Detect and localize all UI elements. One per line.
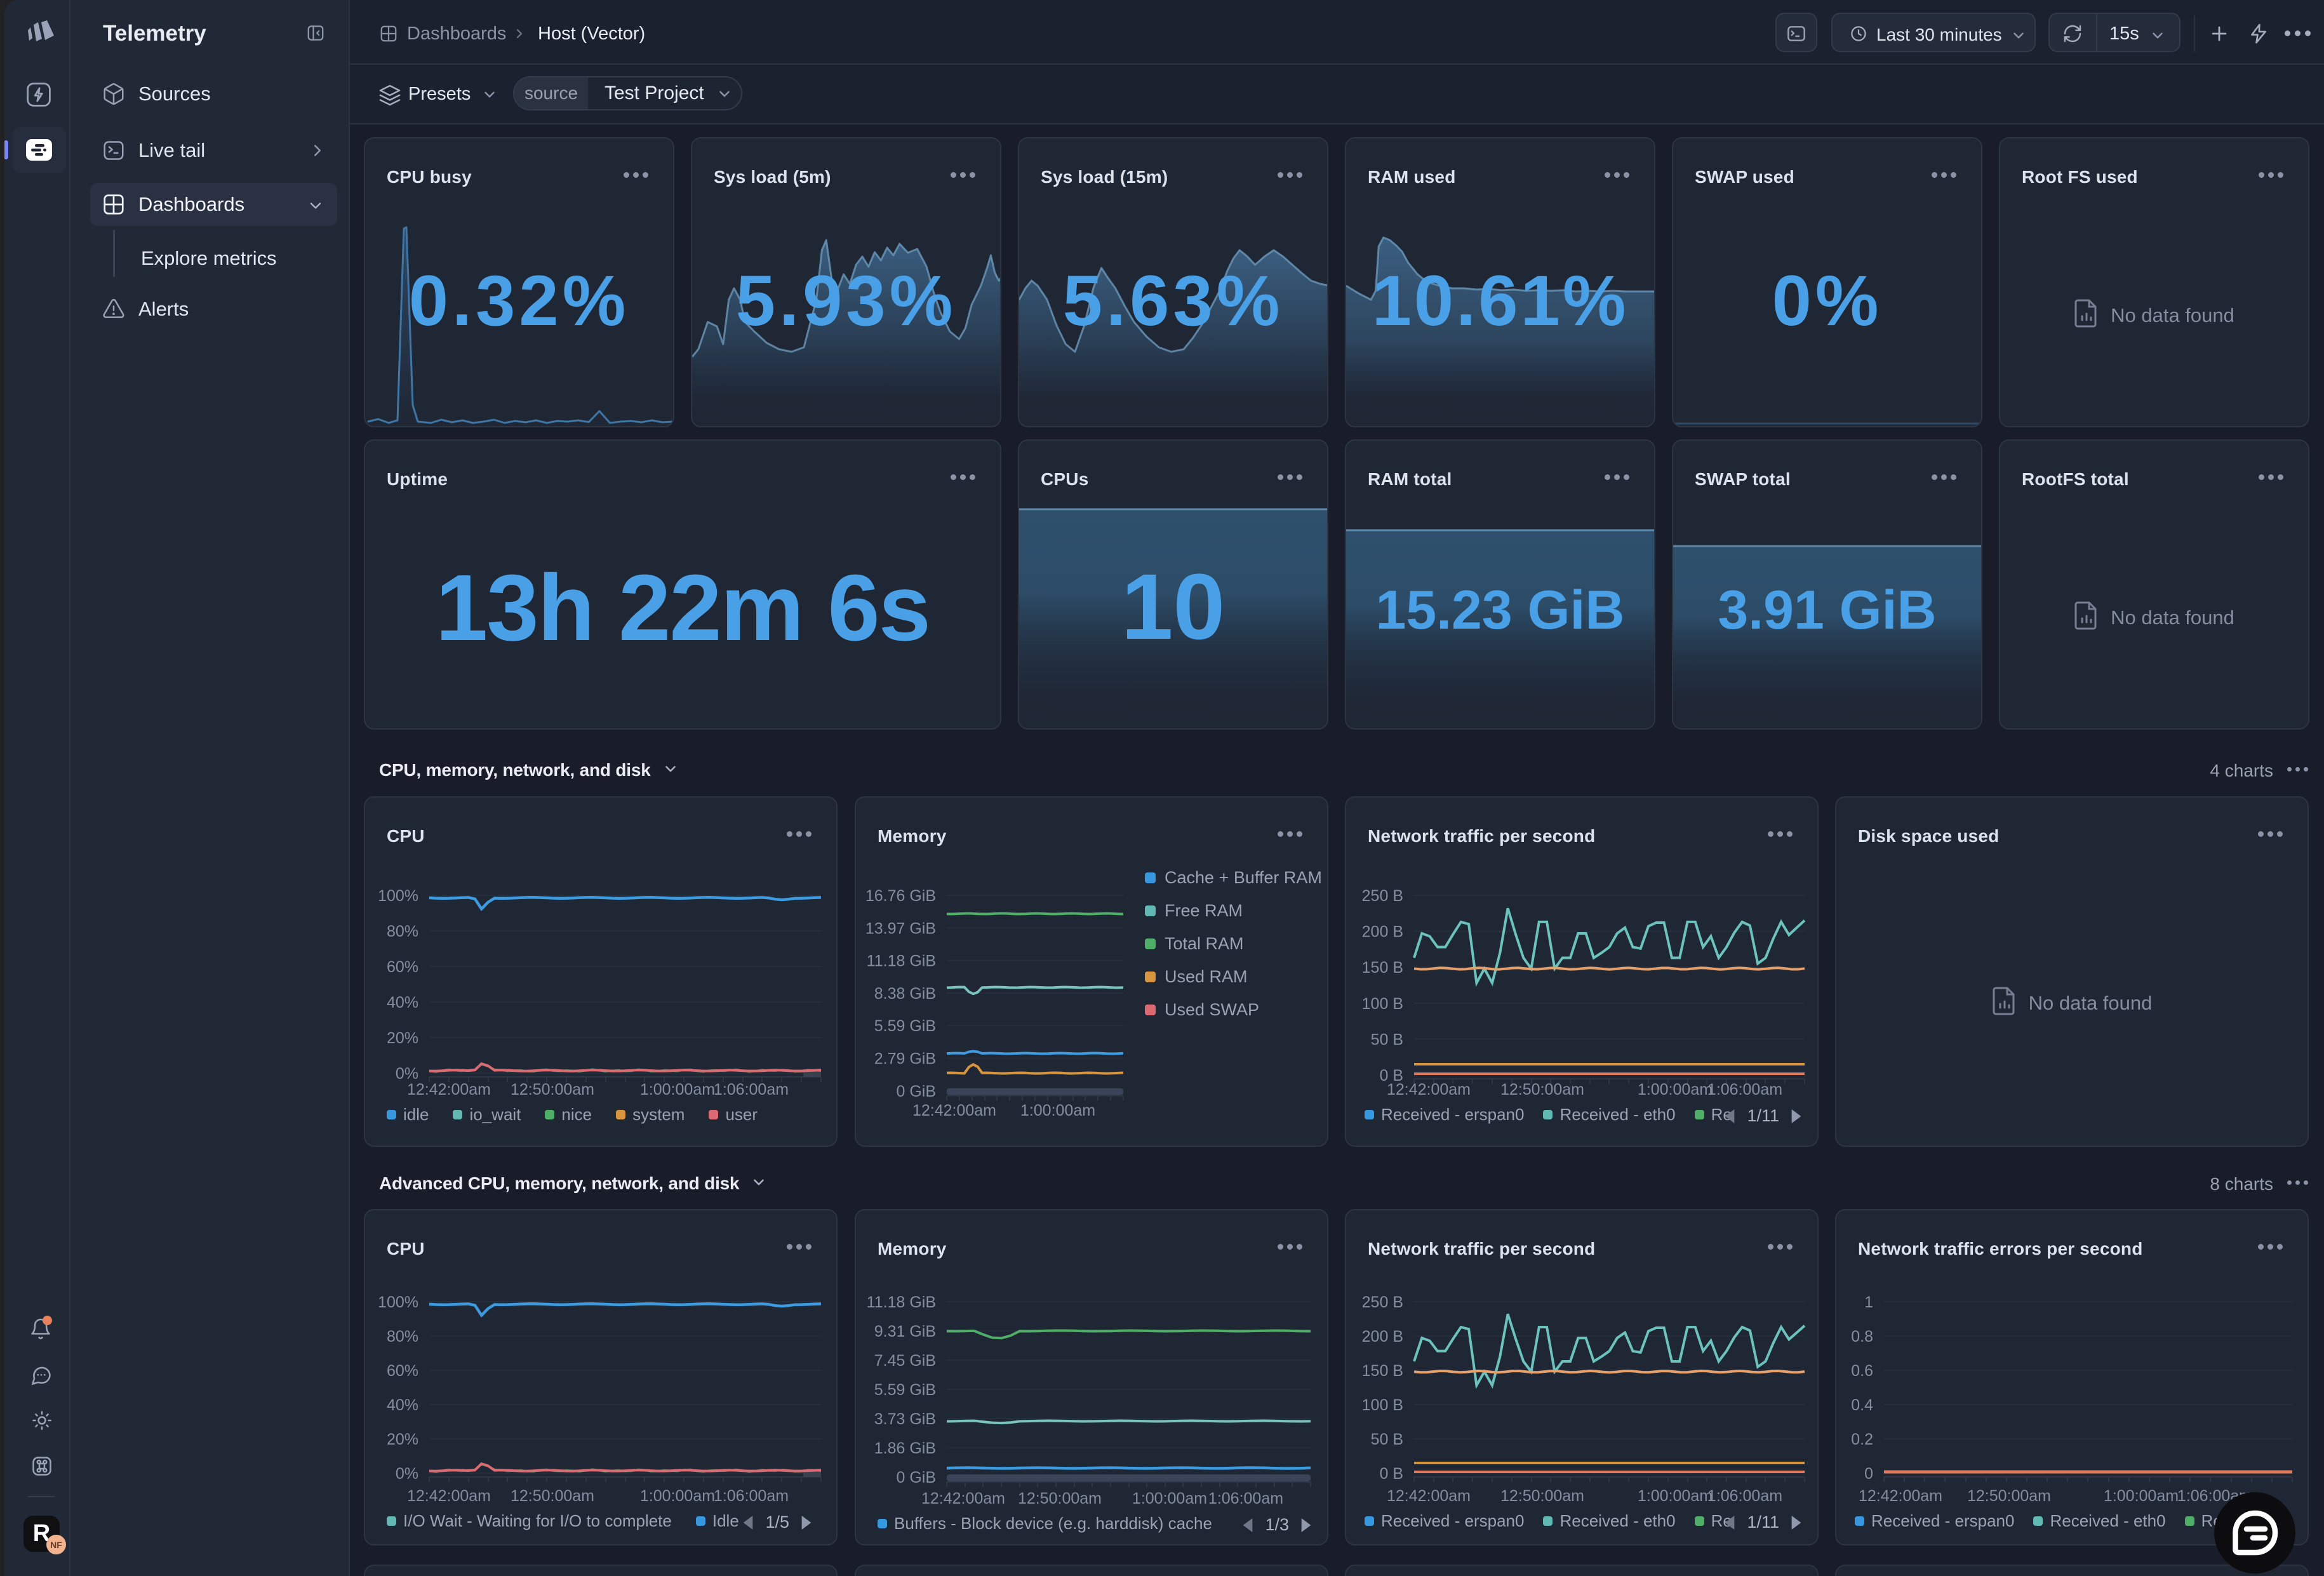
svg-text:1:00:00am: 1:00:00am (1638, 1081, 1713, 1099)
svg-text:12:50:00am: 12:50:00am (1967, 1487, 2051, 1505)
svg-text:50 B: 50 B (1371, 1431, 1403, 1448)
svg-text:1:06:00am: 1:06:00am (1707, 1081, 1782, 1099)
svg-text:0.6: 0.6 (1851, 1362, 1873, 1380)
svg-text:12:42:00am: 12:42:00am (912, 1102, 996, 1119)
svg-text:80%: 80% (387, 1328, 418, 1346)
svg-text:12:50:00am: 12:50:00am (1500, 1487, 1584, 1505)
svg-text:16.76 GiB: 16.76 GiB (865, 887, 936, 905)
svg-text:40%: 40% (387, 1396, 418, 1414)
svg-text:9.31 GiB: 9.31 GiB (874, 1323, 936, 1340)
svg-text:8.38 GiB: 8.38 GiB (874, 985, 936, 1003)
svg-text:0%: 0% (396, 1465, 418, 1483)
svg-text:0%: 0% (396, 1065, 418, 1083)
svg-text:0.8: 0.8 (1851, 1328, 1873, 1346)
svg-text:60%: 60% (387, 958, 418, 976)
svg-text:7.45 GiB: 7.45 GiB (874, 1352, 936, 1370)
svg-text:12:42:00am: 12:42:00am (407, 1487, 491, 1505)
svg-text:1:00:00am: 1:00:00am (1638, 1487, 1713, 1505)
svg-text:100 B: 100 B (1362, 995, 1403, 1013)
svg-text:3.73 GiB: 3.73 GiB (874, 1410, 936, 1428)
svg-text:100%: 100% (378, 887, 418, 905)
svg-text:0: 0 (1864, 1465, 1873, 1483)
svg-text:100 B: 100 B (1362, 1396, 1403, 1414)
svg-text:0 GiB: 0 GiB (896, 1469, 936, 1486)
svg-text:12:42:00am: 12:42:00am (1387, 1487, 1471, 1505)
svg-text:40%: 40% (387, 994, 418, 1012)
svg-text:2.79 GiB: 2.79 GiB (874, 1050, 936, 1068)
svg-text:50 B: 50 B (1371, 1031, 1403, 1048)
svg-text:1:06:00am: 1:06:00am (1707, 1487, 1782, 1505)
svg-text:11.18 GiB: 11.18 GiB (867, 1293, 936, 1311)
svg-text:20%: 20% (387, 1431, 418, 1448)
svg-text:5.59 GiB: 5.59 GiB (874, 1381, 936, 1399)
svg-text:1:00:00am: 1:00:00am (1020, 1102, 1095, 1119)
svg-text:12:42:00am: 12:42:00am (1387, 1081, 1471, 1099)
svg-text:250 B: 250 B (1362, 887, 1403, 905)
svg-text:12:42:00am: 12:42:00am (1859, 1487, 1942, 1505)
svg-text:60%: 60% (387, 1362, 418, 1380)
svg-text:1:06:00am: 1:06:00am (714, 1081, 789, 1099)
svg-text:1:06:00am: 1:06:00am (714, 1487, 789, 1505)
svg-text:12:42:00am: 12:42:00am (407, 1081, 491, 1099)
svg-text:0 GiB: 0 GiB (896, 1083, 936, 1100)
svg-text:0.2: 0.2 (1851, 1431, 1873, 1448)
svg-text:12:50:00am: 12:50:00am (511, 1081, 594, 1099)
svg-text:1:00:00am: 1:00:00am (1132, 1490, 1207, 1507)
svg-text:1:00:00am: 1:00:00am (640, 1487, 715, 1505)
svg-text:1:06:00am: 1:06:00am (1208, 1490, 1283, 1507)
svg-text:0 B: 0 B (1379, 1465, 1403, 1483)
svg-text:12:50:00am: 12:50:00am (1500, 1081, 1584, 1099)
svg-text:1:00:00am: 1:00:00am (2104, 1487, 2179, 1505)
svg-text:80%: 80% (387, 923, 418, 940)
svg-text:5.59 GiB: 5.59 GiB (874, 1017, 936, 1035)
svg-text:12:50:00am: 12:50:00am (1018, 1490, 1102, 1507)
svg-text:200 B: 200 B (1362, 923, 1403, 941)
svg-text:150 B: 150 B (1362, 1362, 1403, 1380)
svg-text:13.97 GiB: 13.97 GiB (865, 919, 936, 937)
svg-text:150 B: 150 B (1362, 959, 1403, 977)
svg-text:1: 1 (1864, 1293, 1873, 1311)
svg-text:0.4: 0.4 (1851, 1396, 1873, 1414)
svg-text:250 B: 250 B (1362, 1293, 1403, 1311)
svg-text:1.86 GiB: 1.86 GiB (874, 1439, 936, 1457)
svg-text:1:00:00am: 1:00:00am (640, 1081, 715, 1099)
svg-text:12:50:00am: 12:50:00am (511, 1487, 594, 1505)
svg-text:100%: 100% (378, 1293, 418, 1311)
svg-text:11.18 GiB: 11.18 GiB (867, 952, 936, 970)
svg-text:200 B: 200 B (1362, 1328, 1403, 1346)
svg-text:20%: 20% (387, 1029, 418, 1047)
svg-text:12:42:00am: 12:42:00am (921, 1490, 1005, 1507)
